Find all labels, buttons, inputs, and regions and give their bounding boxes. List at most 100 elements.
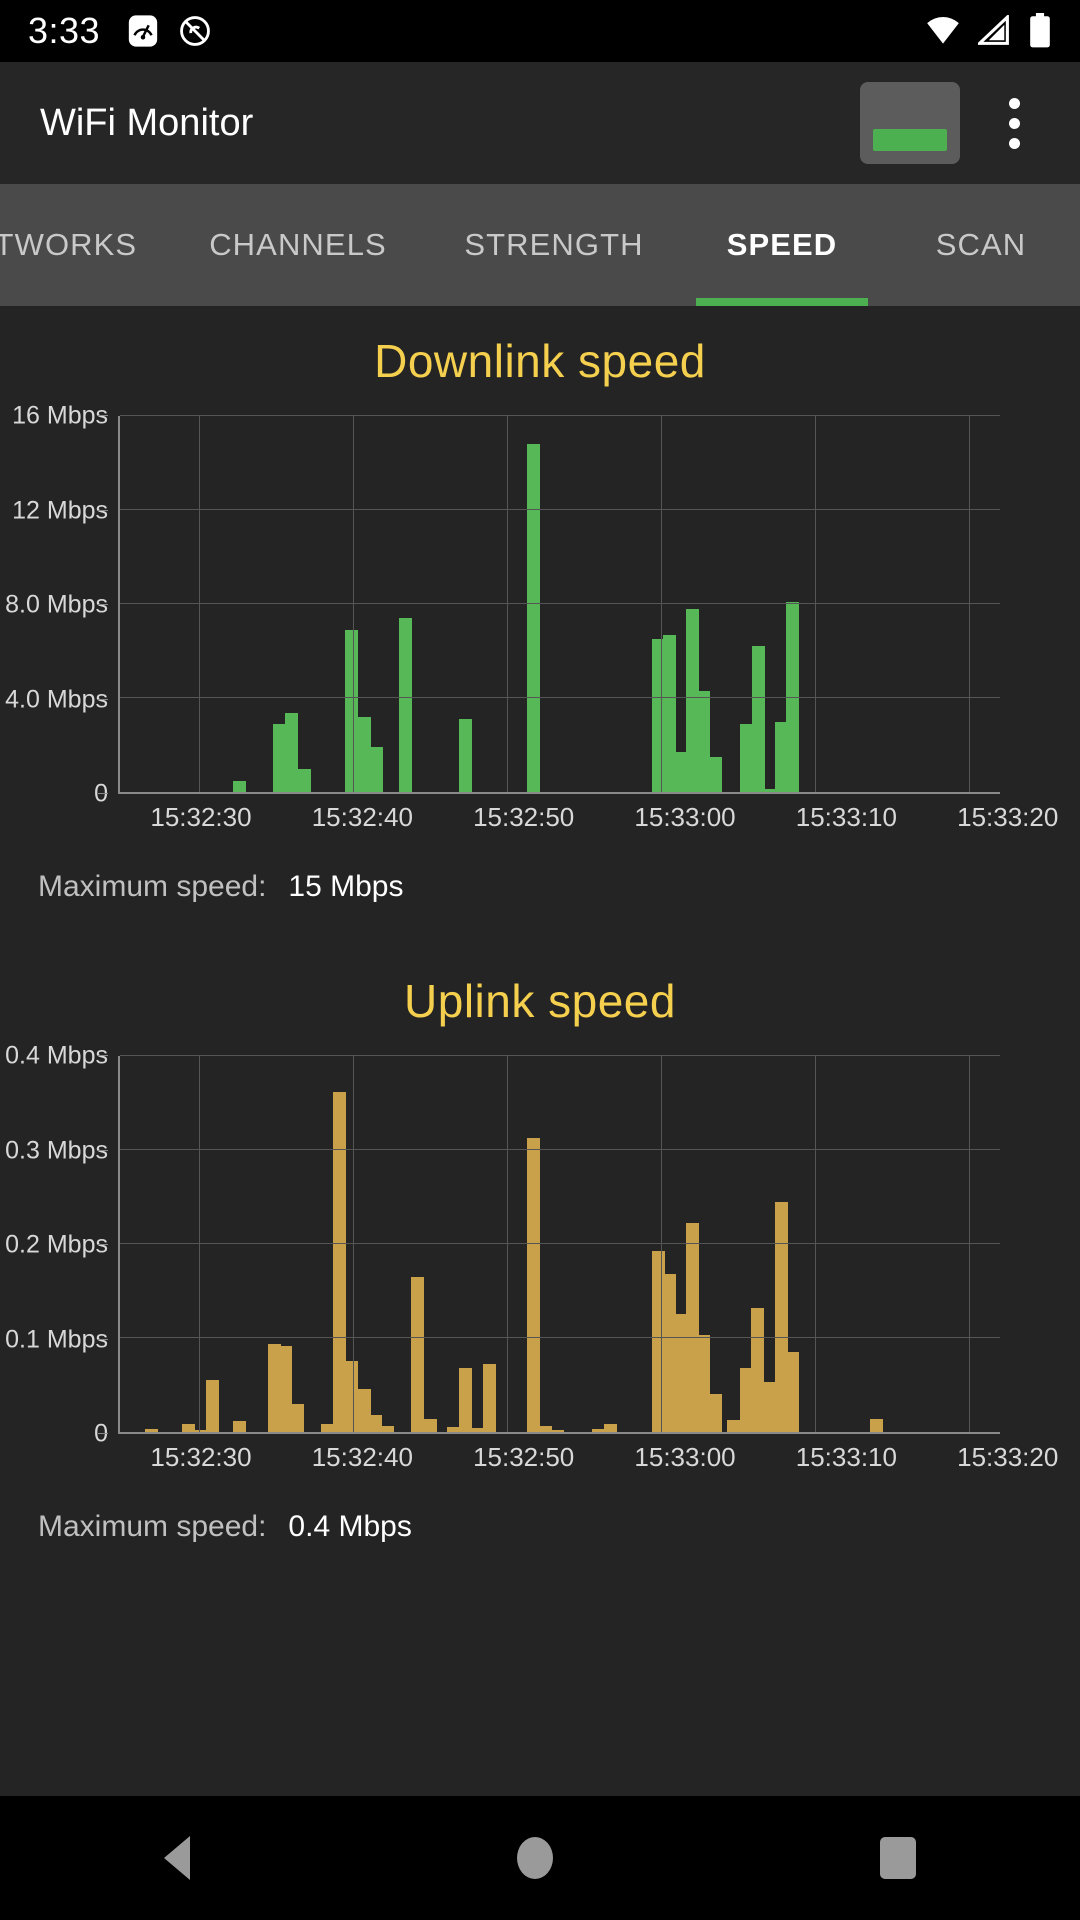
x-tick-label: 15:32:40 bbox=[311, 802, 413, 832]
x-tick-label: 15:32:50 bbox=[473, 1442, 575, 1472]
uplink-chart-block: Uplink speed 0 0.1 Mbps 0.2 Mbps 0.3 Mbps 0.… bbox=[0, 946, 1080, 1544]
y-tick-label: 0.3 Mbps bbox=[5, 1136, 108, 1164]
chart-bar bbox=[727, 1419, 741, 1432]
chart-bar bbox=[786, 1352, 800, 1432]
gridline-vertical bbox=[353, 416, 355, 792]
uplink-max-speed-value: 0.4 Mbps bbox=[288, 1510, 412, 1543]
downlink-max-speed-value: 15 Mbps bbox=[288, 870, 404, 903]
chart-bar bbox=[297, 768, 311, 792]
chart-bar bbox=[551, 1430, 565, 1432]
y-tick-mark bbox=[98, 1244, 108, 1245]
downlink-bars bbox=[120, 416, 1000, 792]
tab-channels[interactable]: CHANNELS bbox=[170, 184, 426, 306]
x-tick-label: 15:33:10 bbox=[795, 802, 897, 832]
uplink-chart-title: Uplink speed bbox=[404, 975, 676, 1027]
x-tick-label: 15:33:00 bbox=[634, 1442, 736, 1472]
x-tick-label: 15:33:20 bbox=[957, 1442, 1059, 1472]
status-clock: 3:33 bbox=[28, 10, 101, 51]
chart-bar bbox=[458, 1368, 472, 1432]
dot-3 bbox=[1008, 137, 1020, 149]
chart-bar bbox=[604, 1424, 617, 1432]
x-tick-label: 15:32:40 bbox=[311, 1442, 413, 1472]
back-icon[interactable] bbox=[163, 1836, 190, 1880]
gridline-vertical bbox=[353, 1056, 355, 1432]
chart-bar bbox=[458, 719, 472, 792]
chart-bar bbox=[411, 1276, 425, 1432]
gridline-horizontal bbox=[120, 509, 1000, 510]
cellular-signal-icon bbox=[978, 15, 1009, 45]
gridline-vertical bbox=[199, 1056, 201, 1432]
status-bar: 3:33 bbox=[0, 0, 1080, 62]
chart-bar bbox=[591, 1429, 605, 1432]
recents-icon[interactable] bbox=[880, 1837, 917, 1879]
chart-bar bbox=[526, 444, 540, 792]
chart-bar bbox=[869, 1418, 883, 1432]
tab-speed[interactable]: SPEED bbox=[682, 184, 882, 306]
y-tick-mark bbox=[98, 415, 108, 416]
gridline-horizontal bbox=[120, 603, 1000, 604]
no-sound-icon bbox=[180, 16, 210, 46]
downlink-plot-wrap: 0 4.0 Mbps 8.0 Mbps 12 Mbps 16 Mbps bbox=[0, 402, 1040, 808]
chart-bar bbox=[357, 716, 371, 792]
gridline-vertical bbox=[661, 1056, 663, 1432]
gridline-horizontal bbox=[120, 1243, 1000, 1244]
x-tick-label: 15:32:50 bbox=[473, 802, 575, 832]
x-tick-label: 15:32:30 bbox=[150, 802, 252, 832]
chart-bar bbox=[232, 1420, 246, 1432]
downlink-plot-area bbox=[118, 415, 1000, 794]
home-icon[interactable] bbox=[516, 1837, 553, 1879]
gridline-vertical bbox=[815, 416, 817, 792]
tab-scan[interactable]: SCAN bbox=[882, 184, 1080, 306]
downlink-max-speed-label: Maximum speed: bbox=[38, 870, 267, 903]
downlink-chart-title: Downlink speed bbox=[374, 335, 706, 387]
tab-networks[interactable]: ETWORKS bbox=[0, 184, 170, 306]
app-bar: WiFi Monitor bbox=[0, 62, 1080, 184]
uplink-max-speed-row: Maximum speed: 0.4 Mbps bbox=[0, 1496, 1080, 1544]
y-tick-label: 12 Mbps bbox=[12, 496, 108, 524]
gridline-vertical bbox=[507, 416, 509, 792]
y-tick-label: 0.1 Mbps bbox=[5, 1325, 108, 1353]
y-tick-mark bbox=[98, 604, 108, 605]
status-system-icons bbox=[924, 13, 1052, 49]
tab-strength[interactable]: STRENGTH bbox=[426, 184, 682, 306]
gridline-horizontal bbox=[120, 1149, 1000, 1150]
speedtest-icon bbox=[128, 15, 158, 47]
speed-tab-content: Downlink speed 0 4.0 Mbps 8.0 Mbps 12 Mbps 1… bbox=[0, 306, 1080, 1858]
uplink-y-axis: 0 0.1 Mbps 0.2 Mbps 0.3 Mbps 0.4 Mbps bbox=[0, 1042, 108, 1448]
chart-bar bbox=[369, 1415, 383, 1432]
chart-bar bbox=[526, 1137, 540, 1432]
downlink-y-axis: 0 4.0 Mbps 8.0 Mbps 12 Mbps 16 Mbps bbox=[0, 402, 108, 808]
x-tick-label: 15:33:20 bbox=[957, 802, 1059, 832]
uplink-max-speed-label: Maximum speed: bbox=[38, 1510, 267, 1543]
uplink-plot-wrap: 0 0.1 Mbps 0.2 Mbps 0.3 Mbps 0.4 Mbps bbox=[0, 1042, 1040, 1448]
chart-bar bbox=[470, 1428, 484, 1432]
gridline-vertical bbox=[199, 416, 201, 792]
android-navigation-bar bbox=[0, 1796, 1080, 1920]
overflow-menu-button[interactable] bbox=[986, 78, 1042, 168]
chart-bar bbox=[751, 646, 765, 792]
y-tick-label: 16 Mbps bbox=[12, 401, 108, 430]
downlink-chart-block: Downlink speed 0 4.0 Mbps 8.0 Mbps 12 Mbps 1… bbox=[0, 306, 1080, 904]
chart-bar bbox=[423, 1418, 437, 1432]
gridline-horizontal bbox=[120, 697, 1000, 698]
chart-bar bbox=[708, 756, 722, 792]
chart-bar bbox=[708, 1394, 722, 1432]
gridline-vertical bbox=[661, 416, 663, 792]
chart-bar bbox=[345, 629, 359, 792]
chart-bar bbox=[381, 1426, 395, 1432]
chart-bar bbox=[193, 1430, 207, 1432]
chart-bar bbox=[290, 1403, 304, 1432]
chart-bar bbox=[538, 1426, 552, 1432]
tab-bar[interactable]: ETWORKS CHANNELS STRENGTH SPEED SCAN bbox=[0, 184, 1080, 306]
uplink-x-axis: 15:32:30 15:32:40 15:32:50 15:33:00 15:33:10… bbox=[0, 1434, 1058, 1496]
monitor-toggle-button[interactable] bbox=[860, 82, 960, 164]
status-notification-icons bbox=[126, 14, 212, 48]
gridline-horizontal bbox=[120, 1337, 1000, 1338]
x-tick-label: 15:33:10 bbox=[795, 1442, 897, 1472]
gridline-vertical bbox=[969, 416, 971, 792]
wifi-icon bbox=[927, 17, 959, 44]
y-tick-mark bbox=[98, 698, 108, 700]
x-tick-label: 15:32:30 bbox=[150, 1442, 252, 1472]
gridline-horizontal bbox=[120, 415, 1000, 416]
chart-bar bbox=[398, 618, 412, 792]
